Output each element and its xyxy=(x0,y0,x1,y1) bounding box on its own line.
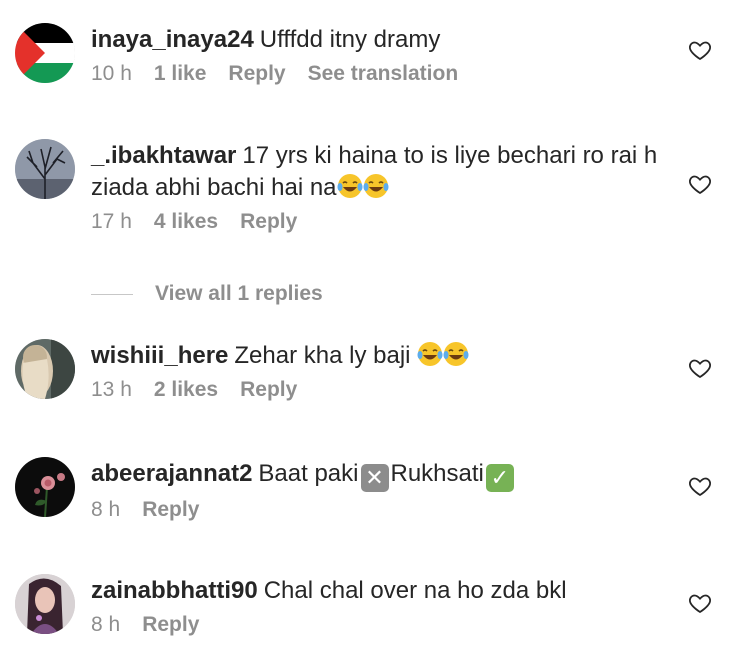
comment-text: inaya_inaya24 Ufffdd itny dramy xyxy=(91,24,680,56)
timestamp: 13 h xyxy=(91,378,132,401)
cross-mark-emoji-icon: ✕ xyxy=(360,464,389,492)
username[interactable]: abeerajannat2 xyxy=(91,460,252,487)
heart-icon[interactable] xyxy=(688,474,712,498)
replies-divider xyxy=(91,293,133,295)
comment-body: Chal chal over na ho zda bkl xyxy=(263,577,567,604)
comment-meta: 8 h Reply xyxy=(91,613,680,637)
comment-text: abeerajannat2 Baat paki ✕ Rukhsati ✓ xyxy=(91,458,680,492)
heart-icon[interactable] xyxy=(688,591,712,615)
laughing-tears-emoji-icon xyxy=(443,341,469,367)
view-replies-row[interactable]: View all 1 replies xyxy=(91,280,323,308)
username[interactable]: wishiii_here xyxy=(91,342,228,369)
laughing-tears-emoji-icon xyxy=(417,341,443,367)
comment-text: wishiii_here Zehar kha ly baji xyxy=(91,340,680,372)
likes-count[interactable]: 2 likes xyxy=(154,378,218,401)
tree-photo-icon xyxy=(15,139,75,199)
comment-text: _.ibakhtawar 17 yrs ki haina to is liye b… xyxy=(91,140,680,204)
comment-meta: 8 h Reply xyxy=(91,498,680,522)
palestine-flag-icon xyxy=(15,23,75,83)
comment-body-part2: Rukhsati xyxy=(390,460,484,487)
heart-icon[interactable] xyxy=(688,356,712,380)
heart-icon[interactable] xyxy=(688,172,712,196)
reply-button[interactable]: Reply xyxy=(240,210,297,233)
rose-photo-icon xyxy=(15,457,75,517)
girl-photo-icon xyxy=(15,574,75,634)
reply-button[interactable]: Reply xyxy=(240,378,297,401)
avatar[interactable] xyxy=(15,339,75,399)
timestamp: 8 h xyxy=(91,613,121,636)
comment-meta: 17 h 4 likes Reply xyxy=(91,210,680,234)
timestamp: 8 h xyxy=(91,498,121,521)
comment-meta: 13 h 2 likes Reply xyxy=(91,378,680,402)
comment-text: zainabbhatti90 Chal chal over na ho zda b… xyxy=(91,575,680,607)
reply-button[interactable]: Reply xyxy=(142,613,199,636)
avatar[interactable] xyxy=(15,457,75,517)
username[interactable]: _.ibakhtawar xyxy=(91,142,236,169)
laughing-tears-emoji-icon xyxy=(363,173,389,199)
timestamp: 17 h xyxy=(91,210,132,233)
timestamp: 10 h xyxy=(91,62,132,85)
reply-button[interactable]: Reply xyxy=(142,498,199,521)
see-translation-button[interactable]: See translation xyxy=(308,62,459,85)
view-replies-button[interactable]: View all 1 replies xyxy=(155,282,323,306)
check-mark-emoji-icon: ✓ xyxy=(485,464,514,492)
avatar[interactable] xyxy=(15,23,75,83)
avatar[interactable] xyxy=(15,139,75,199)
heart-icon[interactable] xyxy=(688,38,712,62)
likes-count[interactable]: 4 likes xyxy=(154,210,218,233)
likes-count[interactable]: 1 like xyxy=(154,62,207,85)
comment-body: Ufffdd itny dramy xyxy=(259,26,441,53)
comment-body-part1: Baat paki xyxy=(258,460,359,487)
reply-button[interactable]: Reply xyxy=(228,62,285,85)
comment-body: Zehar kha ly baji xyxy=(234,342,411,369)
username[interactable]: zainabbhatti90 xyxy=(91,577,258,604)
avatar[interactable] xyxy=(15,574,75,634)
person-photo-icon xyxy=(15,339,75,399)
username[interactable]: inaya_inaya24 xyxy=(91,26,254,53)
comment-meta: 10 h 1 like Reply See translation xyxy=(91,62,680,86)
laughing-tears-emoji-icon xyxy=(337,173,363,199)
